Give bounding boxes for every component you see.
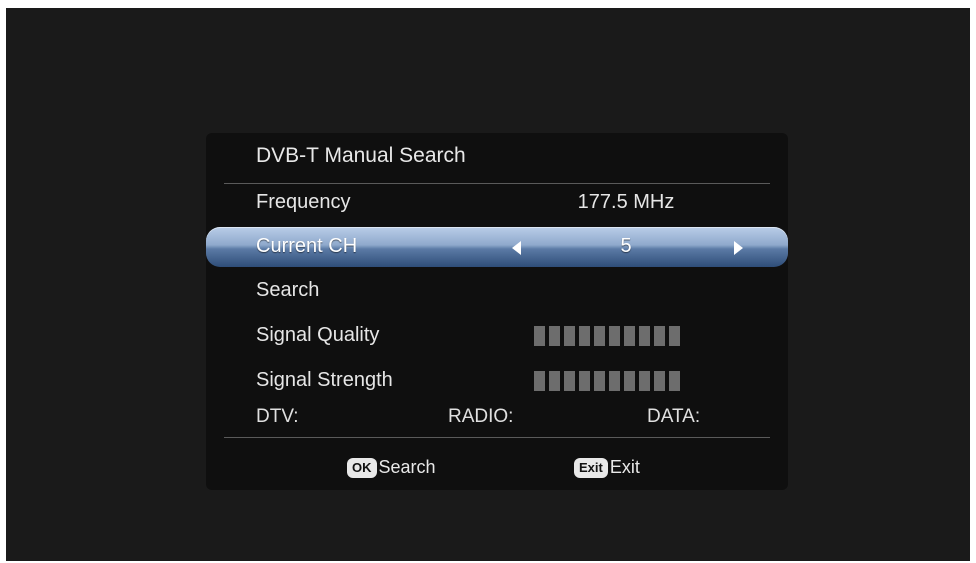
frequency-label: Frequency <box>256 191 351 213</box>
signal-strength-meter <box>534 371 680 391</box>
frequency-value: 177.5 MHz <box>577 191 675 213</box>
meter-segment <box>549 371 560 391</box>
triangle-left-icon[interactable] <box>512 241 521 255</box>
meter-segment <box>594 326 605 346</box>
meter-segment <box>564 326 575 346</box>
footer-divider <box>224 437 770 438</box>
meter-segment <box>564 371 575 391</box>
meter-segment <box>609 326 620 346</box>
signal-strength-row: Signal Strength <box>206 361 788 401</box>
ok-hint-label: Search <box>378 457 436 477</box>
meter-segment <box>549 326 560 346</box>
meter-segment <box>639 326 650 346</box>
data-count-label: DATA: <box>647 406 701 427</box>
meter-segment <box>654 371 665 391</box>
manual-search-dialog: DVB-T Manual Search Frequency 177.5 MHz … <box>206 133 788 490</box>
current-ch-label: Current CH <box>256 235 358 257</box>
exit-key-icon: Exit <box>574 457 608 478</box>
triangle-right-icon[interactable] <box>734 241 743 255</box>
meter-segment <box>534 326 545 346</box>
meter-segment <box>654 326 665 346</box>
key-hints: OK Search Exit Exit <box>206 457 788 485</box>
ok-key-icon: OK <box>347 457 377 478</box>
meter-segment <box>579 371 590 391</box>
meter-segment <box>669 326 680 346</box>
dialog-title: DVB-T Manual Search <box>256 144 466 167</box>
ok-search-hint[interactable]: OK Search <box>347 457 436 478</box>
meter-segment <box>609 371 620 391</box>
meter-segment <box>639 371 650 391</box>
current-ch-value: 5 <box>620 235 632 257</box>
frequency-row[interactable]: Frequency 177.5 MHz <box>206 183 788 223</box>
meter-segment <box>579 326 590 346</box>
meter-segment <box>594 371 605 391</box>
meter-segment <box>669 371 680 391</box>
meter-segment <box>624 371 635 391</box>
signal-quality-label: Signal Quality <box>256 324 380 346</box>
radio-count-label: RADIO: <box>448 406 514 427</box>
exit-hint-label: Exit <box>609 457 640 477</box>
signal-quality-meter <box>534 326 680 346</box>
signal-quality-row: Signal Quality <box>206 316 788 356</box>
dtv-count-label: DTV: <box>256 406 299 427</box>
meter-segment <box>534 371 545 391</box>
channel-counts: DTV: RADIO: DATA: <box>206 406 788 434</box>
tv-screen: DVB-T Manual Search Frequency 177.5 MHz … <box>6 8 970 561</box>
exit-hint[interactable]: Exit Exit <box>574 457 640 478</box>
current-ch-row[interactable]: Current CH 5 <box>206 227 788 267</box>
search-row[interactable]: Search <box>206 271 788 311</box>
meter-segment <box>624 326 635 346</box>
signal-strength-label: Signal Strength <box>256 369 393 391</box>
search-label: Search <box>256 279 320 301</box>
